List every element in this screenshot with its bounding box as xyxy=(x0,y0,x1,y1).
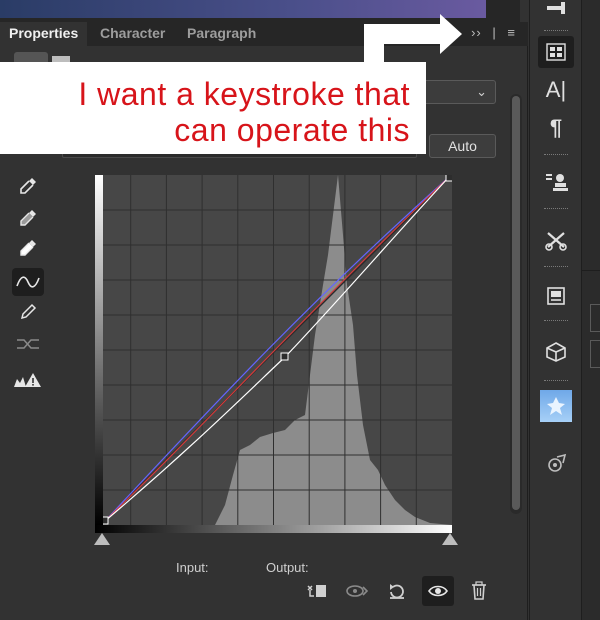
curves-graph[interactable] xyxy=(95,175,452,525)
paths-icon[interactable] xyxy=(538,448,574,480)
eyedropper-gray-icon[interactable] xyxy=(12,204,44,232)
curve-point-icon[interactable] xyxy=(12,268,44,296)
output-label: Output: xyxy=(266,560,309,575)
black-point-slider[interactable] xyxy=(94,533,110,545)
white-point-slider[interactable] xyxy=(442,533,458,545)
chevron-down-icon: ⌄ xyxy=(476,84,487,99)
partial-field[interactable] xyxy=(590,304,600,332)
input-label: Input: xyxy=(176,560,209,575)
panel-menu-icon[interactable]: ≡ xyxy=(507,25,516,40)
annotation-arrow-shaft xyxy=(364,24,444,44)
view-previous-state-icon[interactable] xyxy=(344,580,370,602)
input-gradient-bar xyxy=(95,525,452,533)
dock-grip[interactable] xyxy=(544,266,568,269)
tab-paragraph[interactable]: Paragraph xyxy=(178,22,265,46)
curve-point-mid xyxy=(280,352,289,361)
annotation-text: I want a keystroke that can operate this xyxy=(10,76,410,148)
paragraph-panel-icon[interactable]: ¶ xyxy=(538,112,574,144)
tab-controls: ›› | ≡ xyxy=(465,25,516,40)
collapse-panel-icon[interactable]: ›› xyxy=(471,25,482,40)
partial-field[interactable] xyxy=(590,340,600,368)
3d-cube-icon[interactable] xyxy=(538,336,574,368)
eyedropper-black-icon[interactable] xyxy=(12,172,44,200)
character-panel-icon[interactable]: A| xyxy=(538,74,574,106)
clip-to-layer-icon[interactable] xyxy=(304,580,330,602)
stamp-icon[interactable] xyxy=(538,166,574,198)
panel-bottom-toolbar xyxy=(0,576,528,606)
dock-grip[interactable] xyxy=(544,30,568,33)
dock-grip[interactable] xyxy=(544,208,568,211)
document-canvas-edge xyxy=(0,0,486,18)
adjacent-panel-edge xyxy=(581,0,600,620)
dock-grip[interactable] xyxy=(544,320,568,323)
eyedropper-white-icon[interactable] xyxy=(12,234,44,262)
curves-graph-svg xyxy=(95,175,452,525)
tab-properties[interactable]: Properties xyxy=(0,22,88,46)
panel-scrollbar-thumb[interactable] xyxy=(512,96,520,510)
reset-icon[interactable] xyxy=(384,580,410,602)
dock-grip[interactable] xyxy=(544,154,568,157)
visibility-eye-icon[interactable] xyxy=(422,576,454,606)
annotation-line-1: I want a keystroke that xyxy=(78,76,410,112)
book-icon[interactable] xyxy=(538,280,574,312)
smooth-curve-icon[interactable] xyxy=(12,330,44,358)
layer-thumbnail-icon[interactable] xyxy=(538,390,574,422)
trash-icon[interactable] xyxy=(466,580,492,602)
tab-separator: | xyxy=(492,25,497,40)
pencil-icon[interactable] xyxy=(12,298,44,326)
annotation-callout: I want a keystroke that can operate this xyxy=(0,62,426,154)
curve-point-white xyxy=(445,175,452,182)
tab-character[interactable]: Character xyxy=(91,22,174,46)
annotation-arrow-head xyxy=(440,14,462,54)
divider xyxy=(582,270,600,271)
tools-icon[interactable] xyxy=(538,224,574,256)
output-gradient-bar xyxy=(95,175,103,525)
adjustments-icon[interactable] xyxy=(538,0,574,26)
dock-grip[interactable] xyxy=(544,380,568,383)
properties-panel-icon[interactable] xyxy=(538,36,574,68)
icon-dock: A| ¶ xyxy=(529,0,581,620)
clipping-warning-icon[interactable] xyxy=(12,366,44,394)
annotation-line-2: can operate this xyxy=(174,112,410,148)
auto-button[interactable]: Auto xyxy=(429,134,496,158)
